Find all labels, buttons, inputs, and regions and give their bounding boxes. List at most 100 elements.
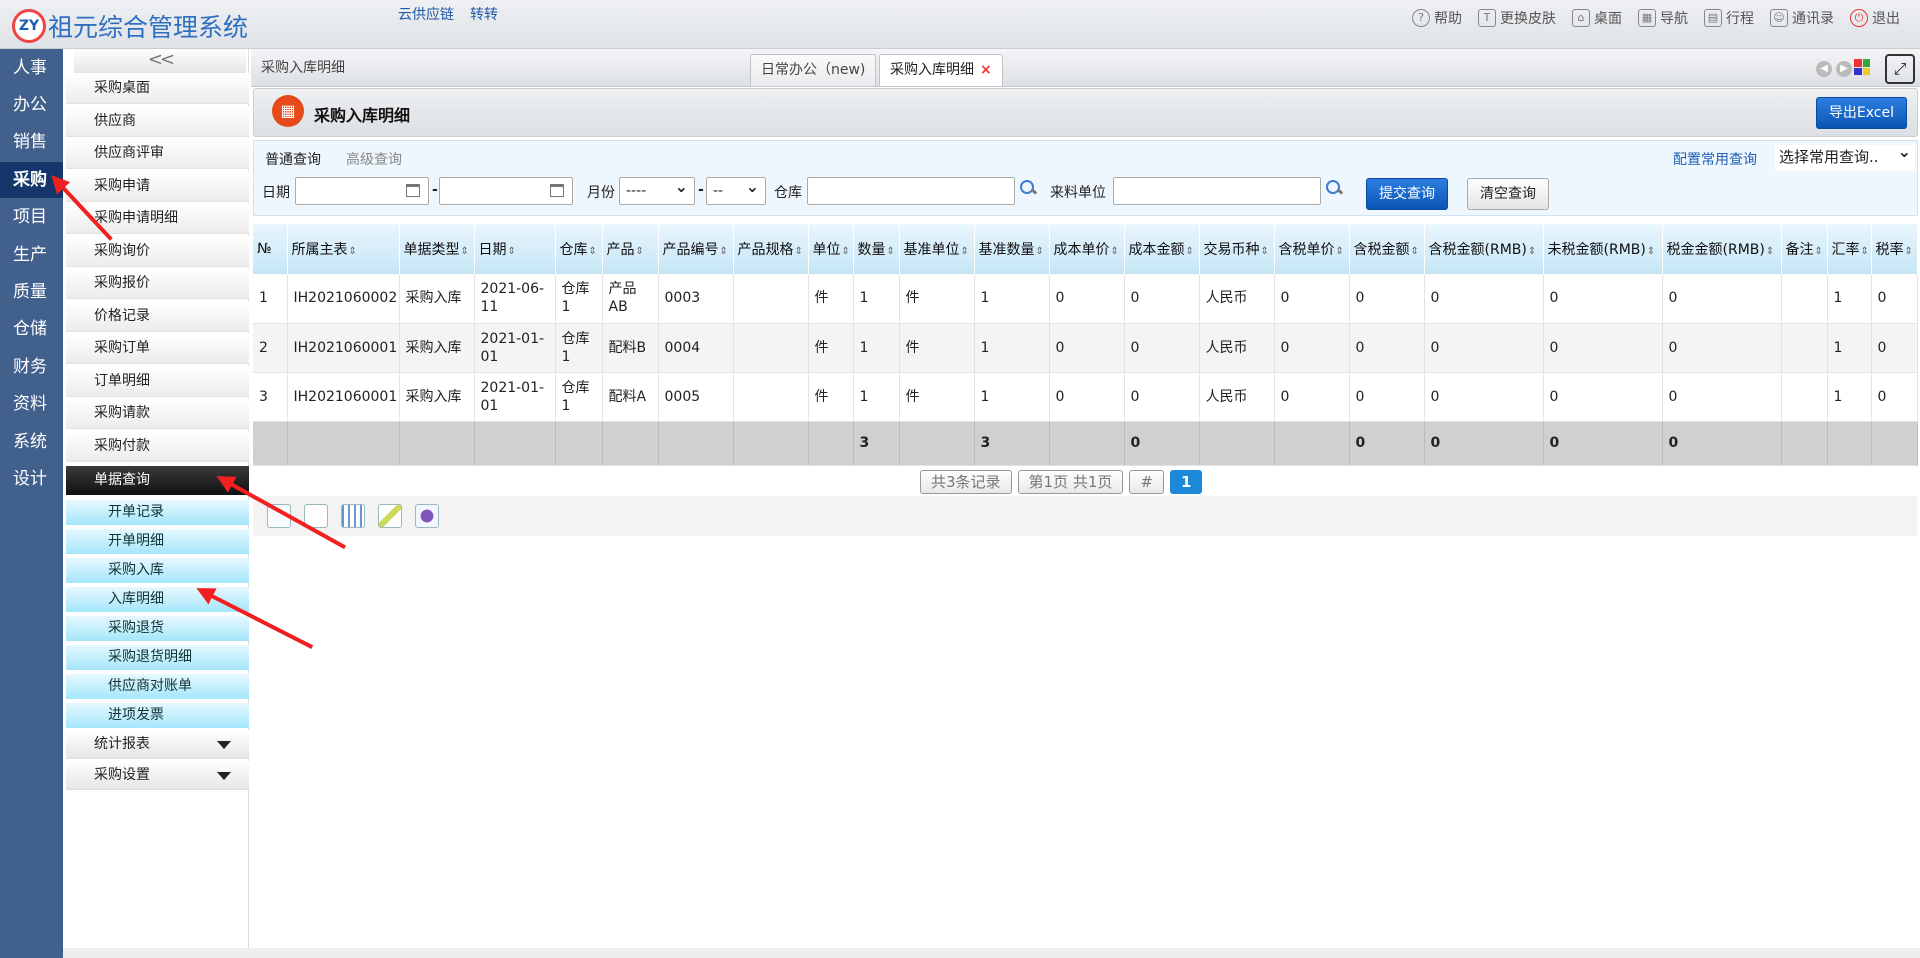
logout-link[interactable]: ⏻ 退出 (1850, 8, 1900, 28)
sidebar-group-purchase-settings[interactable]: 采购设置 (66, 761, 249, 790)
export-excel-button[interactable]: 导出Excel (1815, 97, 1907, 129)
column-header[interactable]: 备注⇕ (1781, 224, 1828, 274)
column-header[interactable]: 数量⇕ (853, 224, 900, 274)
sidebar-subitem-purchase-inbound[interactable]: 采购入库 (66, 558, 249, 583)
calendar-icon[interactable] (406, 184, 420, 197)
sidebar-subitem-return-detail[interactable]: 采购退货明细 (66, 645, 249, 670)
sort-icon[interactable]: ⇕ (887, 246, 895, 257)
month-select[interactable]: -- (706, 174, 766, 205)
module-production[interactable]: 生产 (0, 237, 63, 273)
plugin-icon[interactable] (415, 504, 439, 528)
module-design[interactable]: 设计 (0, 461, 63, 497)
module-system[interactable]: 系统 (0, 424, 63, 460)
column-header[interactable]: 仓库⇕ (555, 224, 603, 274)
module-sales[interactable]: 销售 (0, 124, 63, 160)
supplier-search-icon[interactable] (1325, 179, 1343, 197)
column-header[interactable]: 成本金额⇕ (1124, 224, 1200, 274)
column-header[interactable]: 单据类型⇕ (399, 224, 475, 274)
column-header[interactable]: 成本单价⇕ (1049, 224, 1125, 274)
tab-daily-office[interactable]: 日常办公（new) (750, 54, 877, 86)
tab-purchase-inbound-detail[interactable]: 采购入库明细 × (879, 54, 1003, 86)
link-cloud-supply[interactable]: 云供应链 (398, 4, 454, 24)
sort-icon[interactable]: ⇕ (1905, 246, 1913, 257)
collapse-sidebar-button[interactable]: << (74, 49, 246, 73)
column-header[interactable]: 日期⇕ (474, 224, 556, 274)
date-start-input[interactable] (295, 177, 429, 205)
sort-icon[interactable]: ⇕ (1186, 246, 1194, 257)
pager-hash-button[interactable]: # (1129, 470, 1164, 494)
sort-icon[interactable]: ⇕ (589, 246, 597, 257)
column-header[interactable]: 产品规格⇕ (733, 224, 809, 274)
sidebar-item-inquiry[interactable]: 采购询价 (66, 236, 249, 267)
sort-icon[interactable]: ⇕ (961, 246, 969, 257)
column-header[interactable]: 所属主表⇕ (287, 224, 400, 274)
help-link[interactable]: ? 帮助 (1412, 8, 1462, 28)
module-hr[interactable]: 人事 (0, 50, 63, 86)
sort-icon[interactable]: ⇕ (461, 246, 469, 257)
column-header[interactable]: 含税单价⇕ (1274, 224, 1350, 274)
column-header[interactable]: 基准数量⇕ (974, 224, 1050, 274)
sidebar-item-quotation[interactable]: 采购报价 (66, 268, 249, 299)
sidebar-subitem-order-record[interactable]: 开单记录 (66, 500, 249, 525)
date-end-input[interactable] (439, 177, 573, 205)
module-finance[interactable]: 财务 (0, 349, 63, 385)
sort-icon[interactable]: ⇕ (720, 246, 728, 257)
table-row[interactable]: 1 IH2021060002 采购入库 2021-06-11 仓库1 产品AB 0003 件 1… (253, 274, 1918, 324)
column-header[interactable]: 含税金额(RMB)⇕ (1424, 224, 1544, 274)
sidebar-item-purchase-desktop[interactable]: 采购桌面 (66, 73, 249, 104)
common-query-select[interactable]: 选择常用查询.. (1775, 140, 1915, 171)
sidebar-item-payment[interactable]: 采购付款 (66, 431, 249, 462)
sort-icon[interactable]: ⇕ (1336, 246, 1344, 257)
tab-normal-query[interactable]: 普通查询 (265, 149, 321, 169)
column-header[interactable]: 产品⇕ (602, 224, 659, 274)
warehouse-input[interactable] (807, 177, 1015, 205)
warehouse-search-icon[interactable] (1019, 179, 1037, 197)
navigation-link[interactable]: ▦ 导航 (1638, 8, 1688, 28)
sort-icon[interactable]: ⇕ (349, 246, 357, 257)
contacts-link[interactable]: ☺ 通讯录 (1770, 8, 1834, 28)
supplier-input[interactable] (1113, 177, 1321, 205)
config-common-query-link[interactable]: 配置常用查询 (1673, 149, 1757, 169)
sort-icon[interactable]: ⇕ (1411, 246, 1419, 257)
tab-advanced-query[interactable]: 高级查询 (346, 149, 402, 169)
sidebar-item-payment-request[interactable]: 采购请款 (66, 398, 249, 429)
calendar-icon[interactable] (550, 184, 564, 197)
column-header[interactable]: 税率⇕ (1871, 224, 1918, 274)
column-header[interactable]: 基准单位⇕ (899, 224, 975, 274)
fullscreen-icon[interactable]: ⤢ (1885, 54, 1915, 84)
column-header[interactable]: 单位⇕ (808, 224, 854, 274)
year-select[interactable]: ---- (619, 174, 695, 205)
sort-icon[interactable]: ⇕ (1766, 246, 1774, 257)
module-project[interactable]: 项目 (0, 199, 63, 235)
sort-icon[interactable]: ⇕ (508, 246, 516, 257)
column-header[interactable]: 交易币种⇕ (1199, 224, 1275, 274)
sidebar-subitem-input-invoice[interactable]: 进项发票 (66, 703, 249, 728)
column-header[interactable]: 产品编号⇕ (658, 224, 734, 274)
sort-icon[interactable]: ⇕ (1647, 246, 1655, 257)
module-quality[interactable]: 质量 (0, 274, 63, 310)
clear-query-button[interactable]: 清空查询 (1467, 178, 1549, 210)
tab-scroll-right-icon[interactable]: ▶ (1836, 61, 1852, 77)
sidebar-subitem-order-detail[interactable]: 开单明细 (66, 529, 249, 554)
sort-icon[interactable]: ⇕ (1111, 246, 1119, 257)
sort-icon[interactable]: ⇕ (1861, 246, 1869, 257)
module-office[interactable]: 办公 (0, 87, 63, 123)
column-header[interactable]: 税金金额(RMB)⇕ (1662, 224, 1782, 274)
sidebar-group-statistics[interactable]: 统计报表 (66, 730, 249, 759)
column-header[interactable]: 含税金额⇕ (1349, 224, 1425, 274)
submit-query-button[interactable]: 提交查询 (1366, 178, 1448, 210)
sort-icon[interactable]: ⇕ (1528, 246, 1536, 257)
table-row[interactable]: 2 IH2021060001 采购入库 2021-01-01 仓库1 配料B 0004 件 1 件… (253, 323, 1918, 373)
sidebar-item-price-record[interactable]: 价格记录 (66, 301, 249, 332)
sidebar-item-purchase-order[interactable]: 采购订单 (66, 333, 249, 364)
column-header[interactable]: № (253, 224, 288, 274)
sidebar-item-purchase-request[interactable]: 采购申请 (66, 171, 249, 202)
module-data[interactable]: 资料 (0, 386, 63, 422)
pager-page-1[interactable]: 1 (1169, 470, 1203, 494)
sort-icon[interactable]: ⇕ (1815, 246, 1823, 257)
color-grid-icon[interactable] (1854, 59, 1870, 75)
sidebar-subitem-purchase-return[interactable]: 采购退货 (66, 616, 249, 641)
sort-icon[interactable]: ⇕ (1261, 246, 1269, 257)
sidebar-subitem-supplier-statement[interactable]: 供应商对账单 (66, 674, 249, 699)
sort-icon[interactable]: ⇕ (636, 246, 644, 257)
